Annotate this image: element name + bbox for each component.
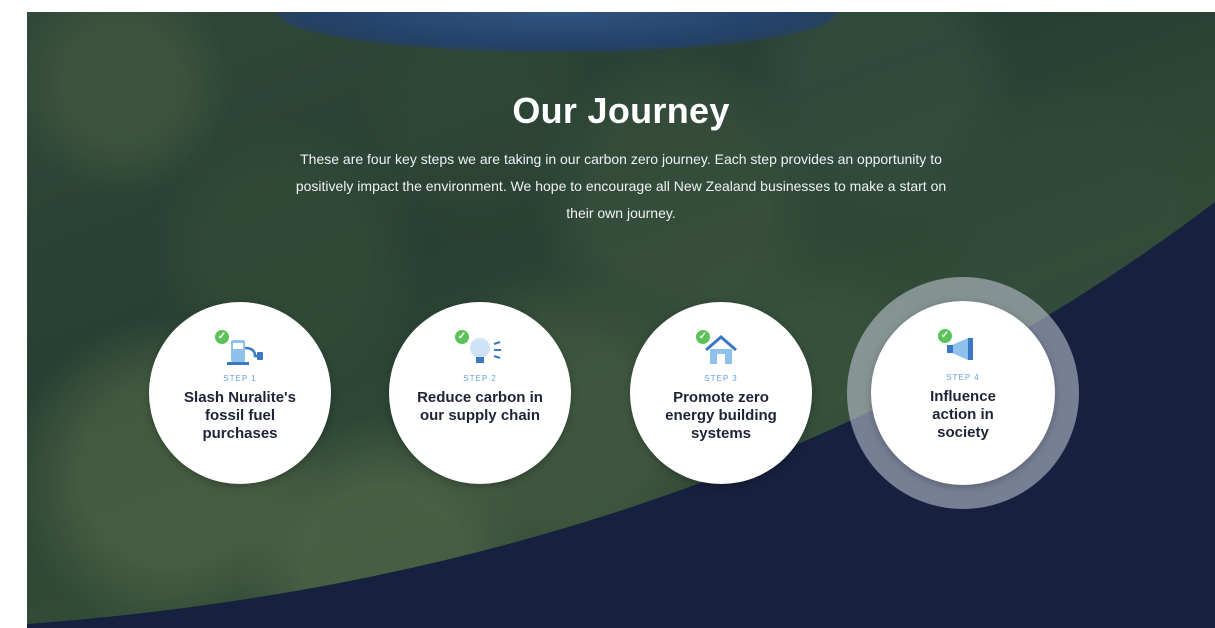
checkmark-icon: ✓	[215, 330, 229, 344]
step-title: Slash Nuralite's fossil fuel purchases	[184, 389, 296, 442]
megaphone-icon: ✓	[938, 329, 988, 369]
step-card-2[interactable]: ✓ STEP 2 Reduce carbon in our supply cha…	[389, 302, 571, 484]
house-icon: ✓	[696, 330, 746, 370]
step-card-4[interactable]: ✓ STEP 4 Influence action in society	[871, 301, 1055, 485]
fuel-pump-plug-icon: ✓	[215, 330, 265, 370]
lightbulb-icon: ✓	[455, 330, 505, 370]
step-card-1[interactable]: ✓ STEP 1 Slash Nuralite's fossil fuel pu…	[149, 302, 331, 484]
checkmark-icon: ✓	[696, 330, 710, 344]
step-title: Reduce carbon in our supply chain	[417, 389, 543, 424]
section-header: Our Journey These are four key steps we …	[27, 90, 1215, 227]
step-title: Influence action in society	[930, 388, 996, 441]
step-card-3[interactable]: ✓ STEP 3 Promote zero energy building sy…	[630, 302, 812, 484]
step-label: STEP 1	[223, 374, 257, 383]
journey-section: Our Journey These are four key steps we …	[27, 12, 1215, 628]
step-title: Promote zero energy building systems	[665, 389, 777, 442]
step-label: STEP 2	[463, 374, 497, 383]
step-label: STEP 3	[704, 374, 738, 383]
page-title: Our Journey	[512, 90, 730, 131]
step-label: STEP 4	[946, 373, 980, 382]
checkmark-icon: ✓	[938, 329, 952, 343]
checkmark-icon: ✓	[455, 330, 469, 344]
intro-text: These are four key steps we are taking i…	[295, 151, 947, 221]
